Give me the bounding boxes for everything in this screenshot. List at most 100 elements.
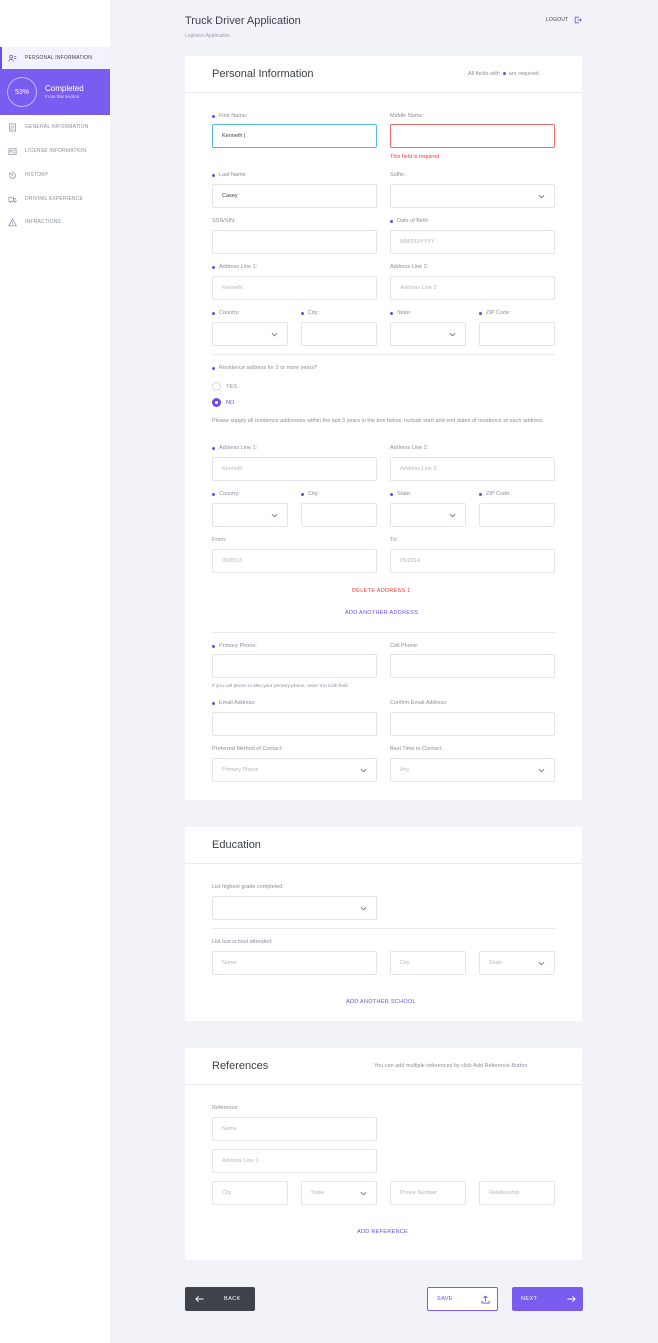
add-reference-button[interactable]: ADD REFERENCE	[357, 1229, 408, 1235]
middle-name-input[interactable]	[390, 124, 555, 148]
first-name-input[interactable]: Kenneth |	[212, 124, 377, 148]
prev-country-select[interactable]	[212, 503, 288, 527]
add-address-button[interactable]: ADD ANOTHER ADDRESS	[345, 610, 418, 616]
confirm-email-label: Confirm Email Address:	[390, 700, 448, 706]
add-school-button[interactable]: ADD ANOTHER SCHOOL	[346, 999, 416, 1005]
required-dot	[502, 72, 506, 76]
reference-state-value: State	[311, 1190, 324, 1196]
chevron-down-icon	[538, 961, 545, 966]
country-select[interactable]	[212, 322, 288, 346]
chevron-down-icon	[360, 906, 367, 911]
card-title: Personal Information	[212, 68, 314, 80]
chevron-down-icon	[449, 513, 456, 518]
primary-phone-input[interactable]	[212, 654, 377, 678]
delete-address-button[interactable]: DELETE ADDRESS 1	[352, 588, 411, 594]
sidebar-item-label: PERSONAL INFORMATION	[25, 55, 93, 61]
reference-relationship-input[interactable]: Relationship	[479, 1181, 555, 1205]
state-select[interactable]	[390, 322, 466, 346]
card-title: Education	[212, 839, 261, 851]
residence-instructions: Please supply all residence addresses wi…	[212, 418, 545, 424]
prev-address-line1-input[interactable]: Kenneth	[212, 457, 377, 481]
middle-name-error: This field is required.	[390, 154, 441, 160]
sidebar-item-history[interactable]: HISTORY	[0, 164, 110, 186]
prev-city-label: City:	[301, 491, 319, 497]
contact-method-select[interactable]: Primary Phone	[212, 758, 377, 782]
next-label: NEXT	[521, 1296, 538, 1302]
page-subtitle: Logistics Application	[185, 33, 231, 39]
sidebar: PERSONAL INFORMATION 53% Completed From …	[0, 0, 110, 1343]
school-state-value: State	[489, 960, 502, 966]
back-button[interactable]: BACK	[185, 1287, 255, 1311]
section-divider	[212, 928, 555, 929]
save-label: SAVE	[437, 1296, 453, 1302]
section-divider	[212, 632, 555, 633]
email-input[interactable]	[212, 712, 377, 736]
to-date-input[interactable]: 05/2014	[390, 549, 555, 573]
to-label: To:	[390, 537, 398, 543]
best-time-select[interactable]: Any	[390, 758, 555, 782]
reference-state-select[interactable]: State	[301, 1181, 377, 1205]
chevron-down-icon	[538, 768, 545, 773]
from-date-input[interactable]: 09/2013	[212, 549, 377, 573]
prev-state-label: State:	[389, 491, 412, 497]
chevron-down-icon	[360, 768, 367, 773]
school-city-input[interactable]: City	[390, 951, 466, 975]
zip-input[interactable]	[479, 322, 555, 346]
truck-icon	[8, 196, 17, 203]
education-card: Education List highest grade completed: …	[185, 827, 582, 1021]
prev-city-input[interactable]	[301, 503, 377, 527]
ssn-label: SSN/SIN:	[212, 218, 236, 224]
reference-phone-input[interactable]: Phone Number	[390, 1181, 466, 1205]
best-time-label: Best Time to Contact:	[390, 746, 443, 752]
school-name-input[interactable]: Name	[212, 951, 377, 975]
reference-name-input[interactable]: Name	[212, 1117, 377, 1141]
prev-state-select[interactable]	[390, 503, 466, 527]
prev-address-line2-input[interactable]: Address Line 2	[390, 457, 555, 481]
confirm-email-input[interactable]	[390, 712, 555, 736]
highest-grade-select[interactable]	[212, 896, 377, 920]
ssn-input[interactable]	[212, 230, 377, 254]
prev-zip-input[interactable]	[479, 503, 555, 527]
state-label: State:	[389, 310, 412, 316]
required-note-after: are required.	[508, 71, 540, 77]
from-label: From:	[212, 537, 227, 543]
highest-grade-label: List highest grade completed:	[212, 884, 284, 890]
sidebar-item-general-information[interactable]: GENERAL INFORMATION	[0, 116, 110, 138]
sidebar-item-driving-experience[interactable]: DRIVING EXPERIENCE	[0, 188, 110, 210]
school-state-select[interactable]: State	[479, 951, 555, 975]
address-line2-input[interactable]: Address Line 2	[390, 276, 555, 300]
residence-no-label: NO	[226, 400, 235, 406]
required-note-before: All fields with	[468, 71, 500, 77]
sidebar-item-infractions[interactable]: INFRACTIONS	[0, 211, 110, 233]
last-name-input[interactable]: Casey	[212, 184, 377, 208]
logout-icon	[575, 16, 583, 24]
prev-address-line1-label: Address Line 1:	[211, 445, 258, 451]
residence-no-radio[interactable]	[212, 398, 221, 407]
sidebar-item-label: DRIVING EXPERIENCE	[25, 196, 84, 202]
sidebar-item-personal-information[interactable]: PERSONAL INFORMATION	[0, 47, 110, 69]
residence-question: Residence address for 3 or more years?	[211, 365, 318, 371]
suffix-select[interactable]	[390, 184, 555, 208]
email-label: Email Address:	[212, 700, 256, 706]
sidebar-item-license-information[interactable]: LICENSE INFORMATION	[0, 140, 110, 162]
warning-icon	[8, 217, 17, 226]
dob-input[interactable]: MM/DD/YYYY	[390, 230, 555, 254]
dob-label: Date of Birth:	[389, 218, 430, 224]
reference-city-input[interactable]: City	[212, 1181, 288, 1205]
cell-phone-input[interactable]	[390, 654, 555, 678]
city-input[interactable]	[301, 322, 377, 346]
residence-yes-radio[interactable]	[212, 382, 221, 391]
address-line2-label: Address Line 2:	[390, 264, 429, 270]
save-button[interactable]: SAVE	[427, 1287, 498, 1311]
chevron-down-icon	[360, 1191, 367, 1196]
logout-button[interactable]: LOGOUT	[546, 16, 583, 24]
reference-address-input[interactable]: Address Line 1	[212, 1149, 377, 1173]
logout-label: LOGOUT	[546, 17, 569, 23]
zip-label: ZIP Code:	[479, 310, 511, 316]
residence-yes-label: YES	[226, 384, 238, 390]
address-line1-label: Address Line 1:	[211, 264, 258, 270]
section-divider	[212, 354, 555, 355]
address-line1-input[interactable]: Kenneth	[212, 276, 377, 300]
chevron-down-icon	[271, 332, 278, 337]
next-button[interactable]: NEXT	[512, 1287, 583, 1311]
